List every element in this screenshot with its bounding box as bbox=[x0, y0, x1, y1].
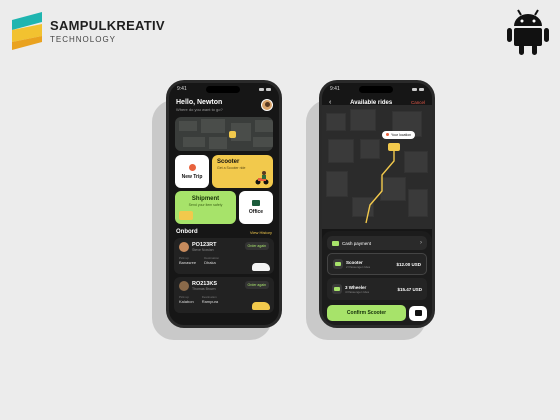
car-icon bbox=[252, 302, 270, 310]
notch bbox=[358, 85, 393, 93]
ride-option-scooter[interactable]: Scooter 2 Passenger rides $12.00 USD bbox=[327, 253, 427, 275]
destination-value: Rampura bbox=[201, 299, 219, 304]
page-title: Available rides bbox=[350, 99, 393, 106]
driver-name: Steve Nowlan bbox=[192, 248, 214, 252]
scooter-icon bbox=[333, 259, 343, 269]
order-card[interactable]: RO213KS Thomas Brown Order again Pick up… bbox=[174, 277, 274, 313]
car-icon bbox=[252, 263, 270, 271]
pickup-value: Kalabon bbox=[179, 299, 194, 304]
phone-home-screen: 9:41 Hello, Newton Where do you want to … bbox=[166, 80, 282, 328]
status-icons bbox=[258, 87, 271, 91]
status-bar: 9:41 bbox=[169, 83, 279, 95]
shipment-subtitle: Send your item safely bbox=[188, 203, 223, 207]
payment-label: Cash payment bbox=[342, 240, 372, 246]
scooter-rider-icon bbox=[255, 171, 269, 185]
brand-name: SAMPULKREATIV bbox=[50, 18, 165, 33]
back-button[interactable]: ‹ bbox=[329, 99, 331, 106]
map-pin-icon bbox=[229, 131, 236, 138]
payment-method-selector[interactable]: Cash payment › bbox=[327, 236, 427, 250]
route-line bbox=[365, 149, 395, 224]
cancel-button[interactable]: Cancel bbox=[411, 100, 425, 105]
new-trip-label: New Trip bbox=[181, 173, 203, 180]
status-time: 9:41 bbox=[330, 86, 340, 92]
scooter-tile[interactable]: Scooter Get a Scooter ride bbox=[212, 155, 273, 188]
ride-name: 3 Wheeler bbox=[345, 284, 367, 290]
brand-header: SAMPULKREATIV TECHNOLOGY bbox=[12, 12, 165, 50]
scooter-title: Scooter bbox=[217, 159, 240, 165]
avatar[interactable] bbox=[261, 99, 273, 111]
destination-value: Dhaka bbox=[204, 260, 216, 265]
driver-name: Thomas Brown bbox=[192, 287, 216, 291]
truck-icon bbox=[388, 143, 400, 151]
status-time: 9:41 bbox=[177, 86, 187, 92]
status-icons bbox=[411, 87, 424, 91]
chevron-right-icon: › bbox=[420, 240, 422, 246]
status-bar: 9:41 bbox=[322, 83, 432, 95]
shipment-tile[interactable]: Shipment Send your item safely bbox=[175, 191, 236, 224]
onbord-title: Onbord bbox=[176, 229, 198, 235]
delivery-van-icon bbox=[179, 211, 193, 220]
new-trip-tile[interactable]: New Trip bbox=[175, 155, 209, 188]
confirm-scooter-button[interactable]: Confirm Scooter bbox=[327, 305, 406, 321]
driver-avatar bbox=[179, 242, 189, 252]
ride-subtitle: 2 Passenger rides bbox=[346, 264, 371, 269]
greeting-subtitle: Where do you want to go? bbox=[176, 107, 223, 112]
office-label: Office bbox=[248, 209, 264, 215]
ride-options-sheet: Cash payment › Scooter 2 Passenger rides… bbox=[322, 231, 432, 325]
android-icon bbox=[506, 6, 550, 56]
notch bbox=[205, 85, 240, 93]
your-location-pill: Your location bbox=[382, 131, 416, 139]
order-again-button[interactable]: Order again bbox=[244, 242, 269, 250]
office-tile[interactable]: Office bbox=[239, 191, 273, 224]
location-pin-icon bbox=[188, 163, 196, 171]
order-card[interactable]: PO123RT Steve Nowlan Order again Pick up… bbox=[174, 238, 274, 274]
phone-rides-screen: 9:41 ‹ Available rides Cancel Your locat… bbox=[319, 80, 435, 328]
driver-avatar bbox=[179, 281, 189, 291]
three-wheeler-icon bbox=[332, 284, 342, 294]
map-preview[interactable] bbox=[175, 117, 273, 151]
briefcase-icon bbox=[252, 200, 260, 206]
ride-price: $12.00 USD bbox=[396, 261, 421, 267]
cash-icon bbox=[332, 240, 339, 246]
greeting-title: Hello, Newton bbox=[176, 99, 223, 106]
calendar-icon bbox=[414, 310, 422, 316]
ride-price: $15.47 USD bbox=[397, 286, 422, 292]
pickup-value: Banasree bbox=[179, 260, 197, 265]
schedule-button[interactable] bbox=[409, 305, 427, 321]
order-again-button[interactable]: Order again bbox=[244, 281, 269, 289]
brand-logo-icon bbox=[12, 12, 42, 50]
ride-subtitle: 4 Passenger rides bbox=[345, 289, 370, 294]
brand-subtitle: TECHNOLOGY bbox=[50, 35, 117, 44]
shipment-title: Shipment bbox=[191, 196, 220, 202]
view-history-link[interactable]: View History bbox=[250, 230, 272, 235]
ride-option-3-wheeler[interactable]: 3 Wheeler 4 Passenger rides $15.47 USD bbox=[327, 278, 427, 300]
